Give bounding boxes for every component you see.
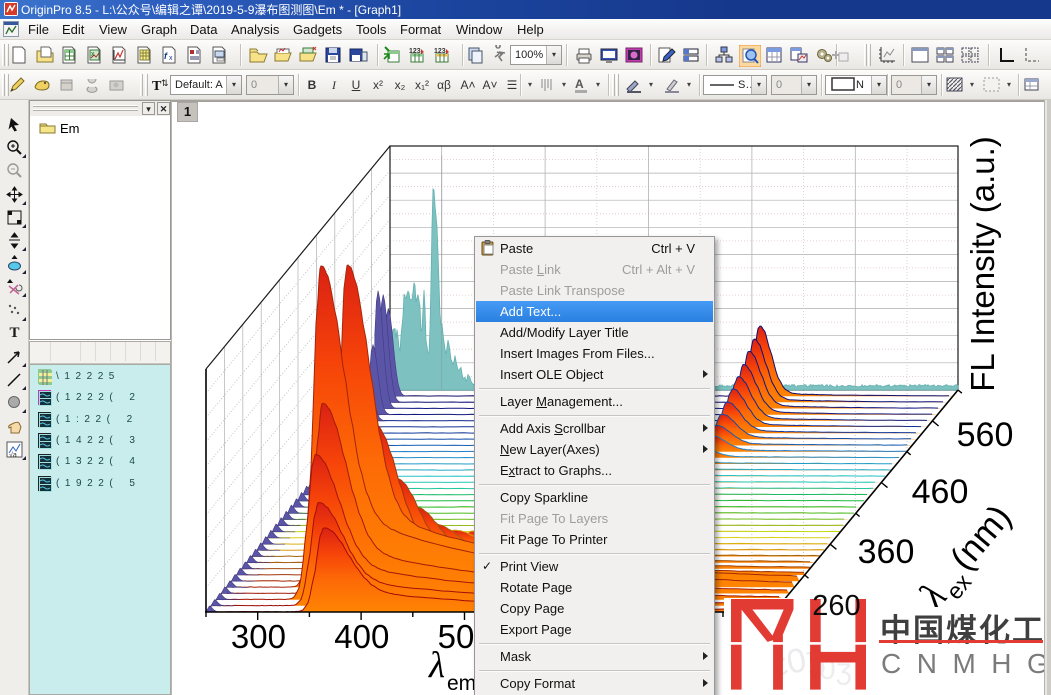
svg-text:460: 460 [912,473,969,511]
svg-text:em: em [447,672,476,695]
svg-text:√a: √a [9,451,17,459]
svg-text:A: A [575,77,584,91]
svg-text:300: 300 [231,618,286,655]
svg-text:260: 260 [812,590,860,622]
svg-text:560: 560 [957,416,1014,454]
svg-text:400: 400 [334,618,389,655]
svg-text:FL Intensity (a.u.): FL Intensity (a.u.) [964,136,1001,392]
svg-text:⇅: ⇅ [161,78,169,88]
svg-text:x: x [169,55,173,62]
svg-text:λ: λ [428,645,445,686]
svg-text:x: x [91,51,95,58]
svg-text:360: 360 [858,533,915,571]
